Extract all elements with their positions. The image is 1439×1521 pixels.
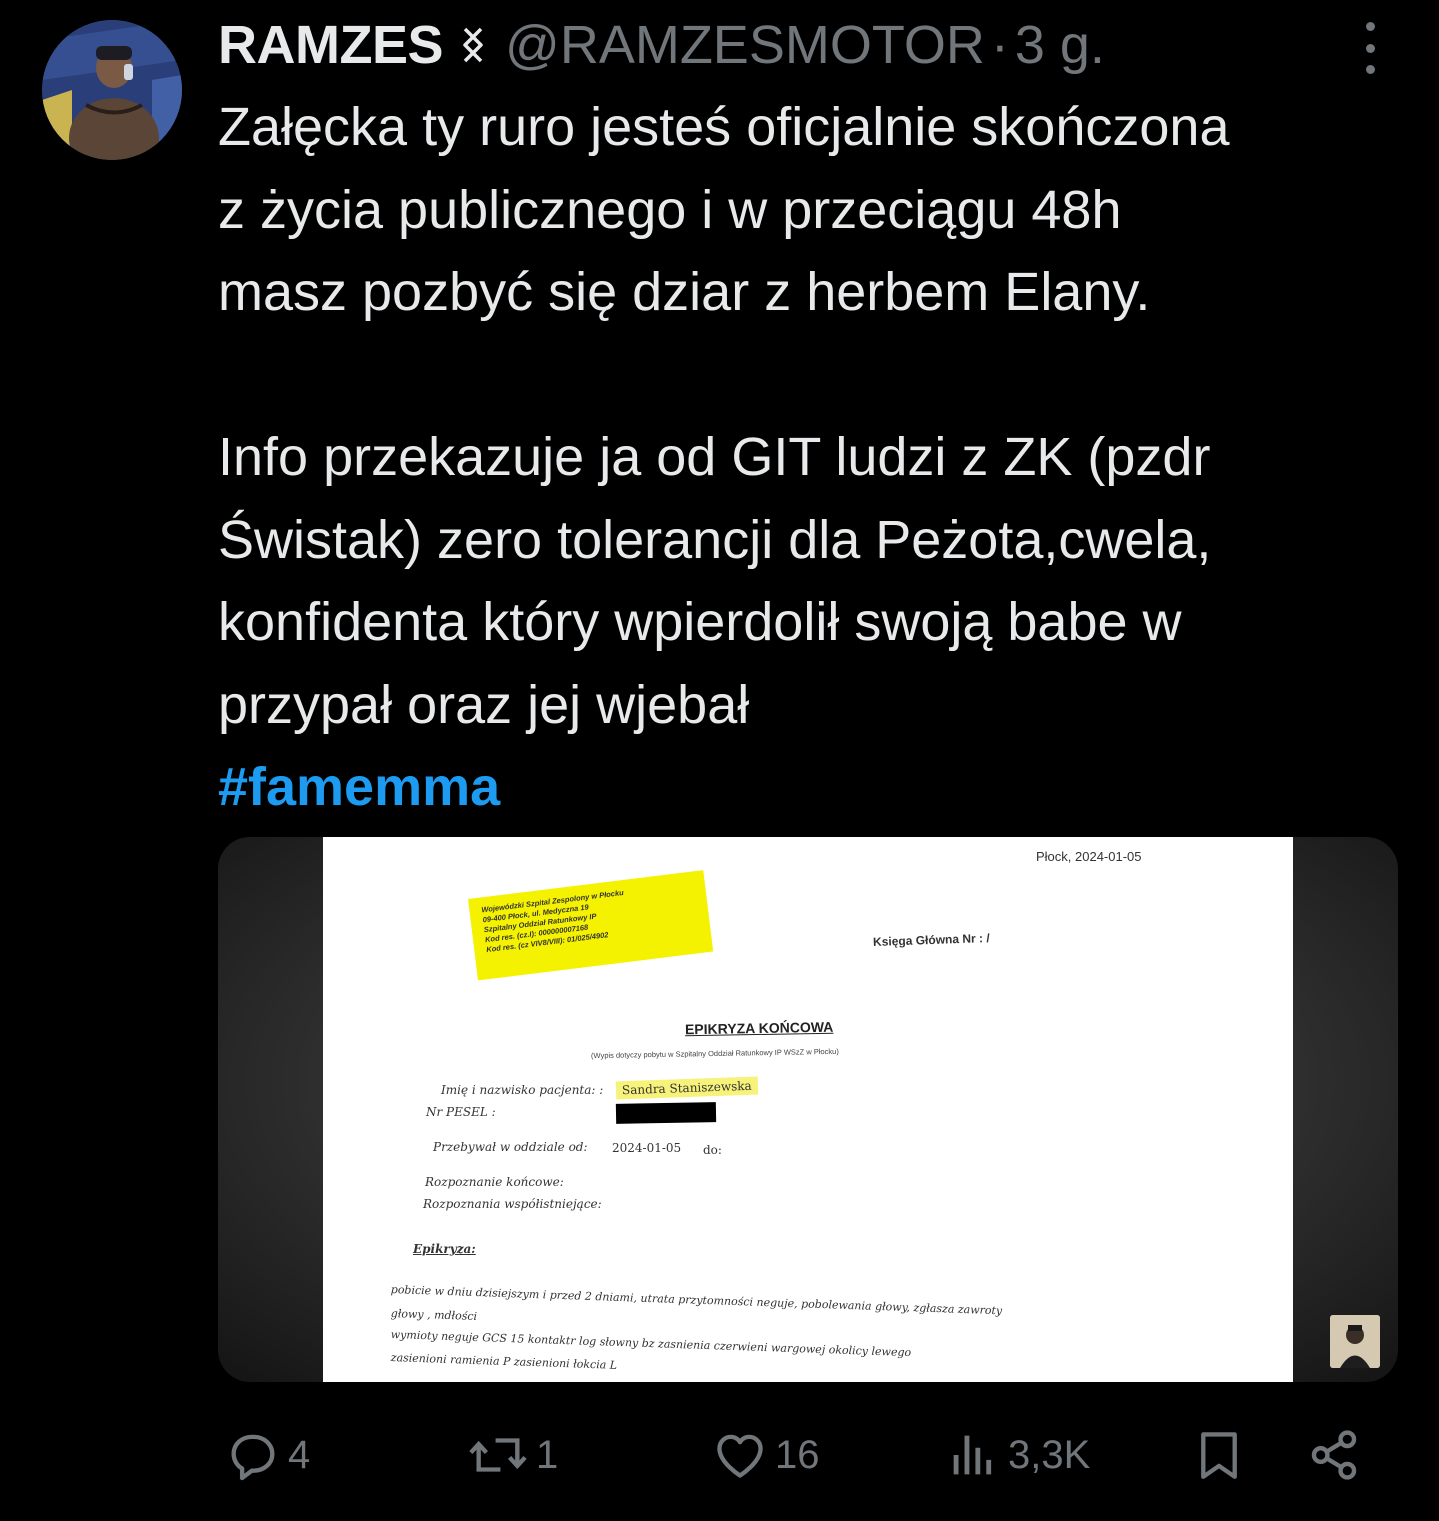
tweet-text: Załęcka ty ruro jesteś oficjalnie skończ… <box>218 86 1413 829</box>
doc-diag-final: Rozpoznanie końcowe: <box>425 1175 564 1189</box>
tweet-media[interactable]: Płock, 2024-01-05 Wojewódzki Szpital Zes… <box>218 837 1398 1382</box>
doc-body-line: głowy , mdłości <box>390 1307 478 1324</box>
bookmark-button[interactable] <box>1190 1426 1248 1484</box>
like-count: 16 <box>775 1432 820 1477</box>
tweet-header: RAMZES @RAMZESMOTOR · 3 g. <box>218 10 1105 80</box>
share-button[interactable] <box>1305 1426 1363 1484</box>
doc-patient-label: Imię i nazwisko pacjenta: : <box>441 1083 604 1097</box>
doc-redaction <box>615 1102 717 1124</box>
badge-icon <box>453 25 493 65</box>
doc-patient-name: Sandra Staniszewska <box>615 1076 758 1100</box>
tweet-text-line: z życia publicznego i w przeciągu 48h <box>218 179 1122 240</box>
author-name[interactable]: RAMZES <box>218 14 444 76</box>
timestamp[interactable]: 3 g. <box>1015 14 1105 76</box>
doc-city-date: Płock, 2024-01-05 <box>1036 849 1142 864</box>
more-icon[interactable] <box>1348 22 1392 74</box>
doc-diag-other: Rozpoznania współistniejące: <box>423 1197 602 1211</box>
tweet-text-line: konfidenta który wpierdolił swoją babe w <box>218 592 1182 652</box>
repost-count: 1 <box>536 1432 559 1477</box>
author-avatar[interactable] <box>42 20 182 160</box>
overlay-thumbnail[interactable] <box>1330 1315 1380 1368</box>
tweet-text-line: Załęcka ty ruro jesteś oficjalnie skończ… <box>218 97 1230 157</box>
doc-body-line: zasienioni ramienia P zasienioni łokcia … <box>390 1351 618 1372</box>
views-icon <box>953 1435 992 1475</box>
doc-epikryza-label: Epikryza: <box>413 1242 476 1256</box>
share-icon <box>1311 1430 1357 1480</box>
author-handle[interactable]: @RAMZESMOTOR <box>505 14 985 76</box>
document-image: Płock, 2024-01-05 Wojewódzki Szpital Zes… <box>323 837 1293 1382</box>
bookmark-icon <box>1201 1432 1237 1479</box>
hashtag-link[interactable]: #famemma <box>218 746 1413 829</box>
action-bar: 4 1 16 3,3K <box>0 1410 1439 1500</box>
reply-icon <box>231 1434 275 1481</box>
tweet-text-line: masz pozbyć się dziar z herbem Elany. <box>218 262 1151 322</box>
like-button[interactable]: 16 <box>711 1426 820 1484</box>
doc-stay-to-label: do: <box>703 1143 722 1157</box>
doc-stay-from: 2024-01-05 <box>612 1141 682 1155</box>
separator-dot: · <box>990 15 1009 75</box>
repost-button[interactable]: 1 <box>466 1426 558 1484</box>
views-button[interactable]: 3,3K <box>944 1426 1090 1484</box>
tweet-text-line: Świstak) zero tolerancji dla Peżota,cwel… <box>218 509 1212 570</box>
views-count: 3,3K <box>1008 1432 1091 1477</box>
avatar-image <box>42 20 182 160</box>
doc-ksiega: Księga Główna Nr : / <box>872 930 990 950</box>
tweet-text-line: Info przekazuje ja od GIT ludzi z ZK (pz… <box>218 427 1211 487</box>
tweet-text-line: przypał oraz jej wjebał <box>218 674 750 735</box>
doc-pesel-label: Nr PESEL : <box>426 1105 496 1119</box>
repost-icon <box>469 1438 527 1472</box>
like-icon <box>717 1434 763 1478</box>
doc-title: EPIKRYZA KOŃCOWA <box>684 1018 834 1038</box>
doc-body-line: pobicie w dniu dzisiejszym i przed 2 dni… <box>390 1283 1003 1318</box>
doc-hospital-stamp: Wojewódzki Szpital Zespolony w Płocku 09… <box>468 870 714 981</box>
doc-subtitle: (Wypis dotyczy pobytu w Szpitalny Oddzia… <box>590 1046 839 1061</box>
reply-button[interactable]: 4 <box>224 1426 310 1484</box>
reply-count: 4 <box>288 1432 311 1477</box>
doc-stay-label: Przebywał w oddziale od: <box>433 1140 588 1154</box>
